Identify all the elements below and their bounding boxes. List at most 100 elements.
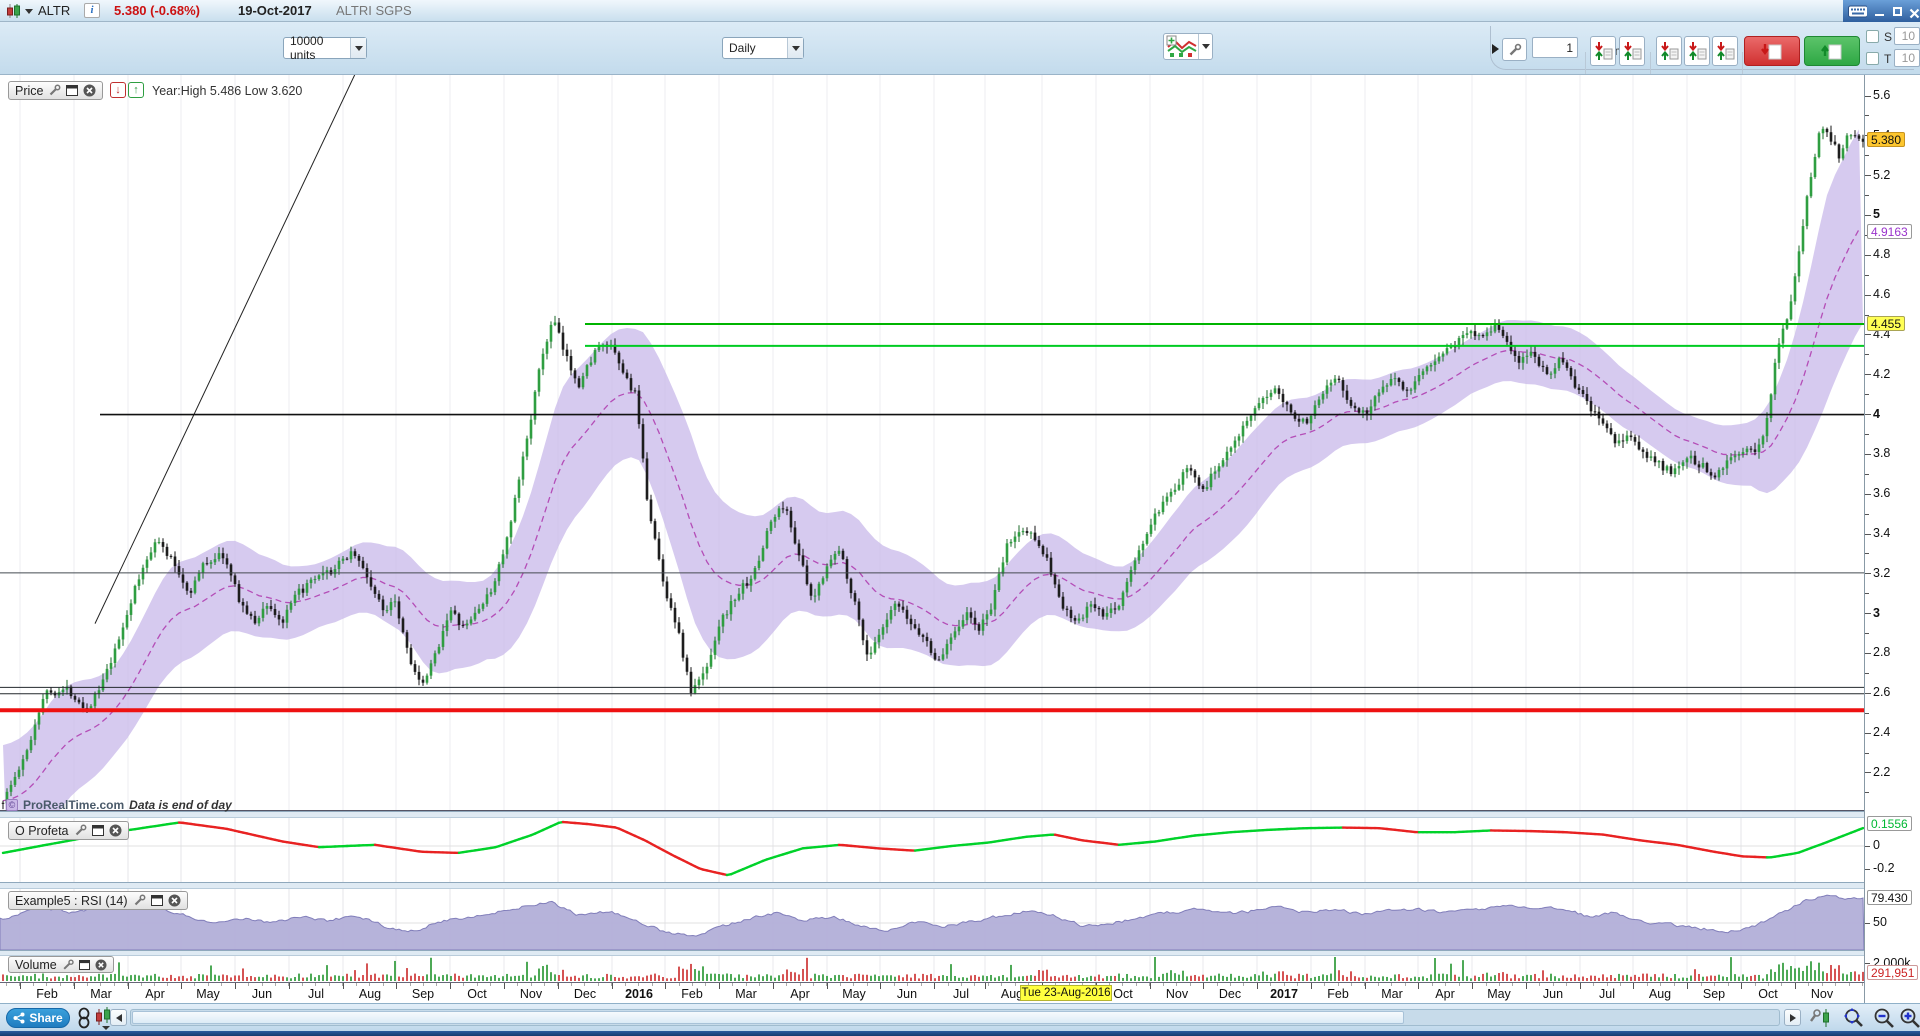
sell-market-button[interactable]: [1744, 36, 1800, 66]
x-month-tick: [612, 983, 613, 989]
x-minor-tick: [329, 983, 330, 986]
x-minor-tick: [436, 983, 437, 986]
price-minor-tick: [1865, 593, 1869, 594]
qty-input[interactable]: [1532, 37, 1578, 58]
limit-buy-order-button[interactable]: [1619, 36, 1645, 66]
rsi-panel-header[interactable]: Example5 : RSI (14): [8, 891, 188, 910]
wrench-icon[interactable]: [133, 894, 146, 907]
close-button[interactable]: [1909, 6, 1920, 17]
watermark-site: ProRealTime.com: [23, 798, 124, 812]
x-month-tick: [1257, 983, 1258, 989]
chart-scrollbar[interactable]: [130, 1009, 1780, 1026]
chart-settings-icon[interactable]: [1808, 1007, 1834, 1031]
scrollbar-thumb[interactable]: [132, 1011, 1404, 1024]
price-minor-tick: [1865, 713, 1869, 714]
volume-panel-header[interactable]: Volume: [8, 956, 114, 973]
window-icon[interactable]: [151, 895, 163, 906]
close-icon[interactable]: [109, 824, 122, 837]
wrench-icon[interactable]: [62, 959, 74, 971]
price-chart-canvas[interactable]: [0, 75, 1864, 811]
x-axis-month-label: Feb: [1327, 987, 1349, 1001]
x-month-tick: [1795, 983, 1796, 989]
zoom-out-icon[interactable]: [1872, 1007, 1896, 1033]
x-month-tick: [985, 983, 986, 989]
x-minor-tick: [679, 983, 680, 986]
price-tick-label: 5.6: [1873, 88, 1890, 102]
x-axis-month-label: Aug: [1649, 987, 1671, 1001]
share-button[interactable]: Share: [6, 1008, 70, 1028]
x-minor-tick: [1674, 983, 1675, 986]
profeta-panel-header[interactable]: O Profeta: [8, 821, 129, 840]
x-minor-tick: [1768, 983, 1769, 986]
x-minor-tick: [1243, 983, 1244, 986]
x-minor-tick: [60, 983, 61, 986]
panel-separator[interactable]: [0, 811, 1920, 818]
x-month-tick: [74, 983, 75, 989]
maximize-button[interactable]: [1892, 6, 1902, 17]
trend-line: [95, 75, 356, 624]
rsi-chart-canvas[interactable]: [0, 889, 1864, 950]
toolbar: 10000 units Daily Qty Limit: [0, 22, 1920, 74]
price-panel-header[interactable]: Price: [8, 81, 103, 100]
zoom-in-icon[interactable]: [1898, 1007, 1920, 1033]
x-axis-month-label: Nov: [520, 987, 542, 1001]
x-minor-tick: [705, 983, 706, 986]
year-high-low-stats: Year:High 5.486 Low 3.620: [152, 84, 302, 98]
instrument-dropdown-caret[interactable]: [25, 9, 33, 14]
stop-buy-order-button[interactable]: [1684, 36, 1710, 66]
x-minor-tick: [1015, 983, 1016, 986]
candles: [2, 126, 1864, 810]
x-month-tick: [1203, 983, 1204, 989]
trade-panel-collapse-arrow[interactable]: [1492, 44, 1499, 54]
profeta-chart-canvas[interactable]: [0, 818, 1864, 882]
x-axis-month-label: May: [1487, 987, 1511, 1001]
close-icon[interactable]: [83, 84, 96, 97]
t-input[interactable]: [1894, 49, 1920, 67]
x-minor-tick: [1755, 983, 1756, 986]
timeframe-select[interactable]: Daily: [722, 37, 804, 59]
stop-checkbox[interactable]: [1866, 30, 1879, 43]
window-icon[interactable]: [66, 85, 78, 96]
units-select[interactable]: 10000 units: [283, 37, 367, 59]
link-chart-icon[interactable]: [76, 1007, 92, 1029]
s-input[interactable]: [1894, 27, 1920, 45]
minimize-button[interactable]: [1874, 6, 1884, 17]
x-minor-tick: [867, 983, 868, 986]
volume-chart-canvas[interactable]: [0, 956, 1864, 982]
s-label: S: [1884, 30, 1892, 44]
x-minor-tick: [1163, 983, 1164, 986]
x-minor-tick: [1176, 983, 1177, 986]
x-minor-tick: [1486, 983, 1487, 986]
stop-trailing-order-button[interactable]: [1712, 36, 1738, 66]
window-icon[interactable]: [92, 825, 104, 836]
limit-sell-order-button[interactable]: [1590, 36, 1616, 66]
x-month-tick: [1580, 983, 1581, 989]
sell-arrow-icon[interactable]: ↓: [110, 82, 126, 98]
x-month-tick: [1150, 983, 1151, 989]
keyboard-icon[interactable]: [1848, 5, 1867, 18]
trade-settings-button[interactable]: [1502, 38, 1527, 61]
zoom-select-icon[interactable]: [1840, 1007, 1866, 1033]
x-minor-tick: [1190, 983, 1191, 986]
buy-market-button[interactable]: [1804, 36, 1860, 66]
scroll-right-button[interactable]: [1784, 1009, 1801, 1026]
panel-separator[interactable]: [0, 882, 1920, 889]
highlighted-date-badge[interactable]: Tue 23-Aug-2016: [1020, 985, 1112, 1001]
x-minor-tick: [315, 983, 316, 986]
window-icon[interactable]: [79, 960, 90, 970]
chart-style-button[interactable]: [1163, 33, 1213, 60]
x-axis-month-label: Apr: [790, 987, 809, 1001]
buy-order-icon: [1821, 41, 1843, 61]
info-button[interactable]: i: [84, 3, 100, 18]
wrench-icon[interactable]: [74, 824, 87, 837]
target-checkbox[interactable]: [1866, 52, 1879, 65]
x-minor-tick: [87, 983, 88, 986]
wrench-icon[interactable]: [48, 84, 61, 97]
close-icon[interactable]: [168, 894, 181, 907]
price-tick-label: 4.2: [1873, 367, 1890, 381]
close-icon[interactable]: [95, 959, 107, 971]
stop-sell-order-button[interactable]: [1656, 36, 1682, 66]
buy-arrow-icon[interactable]: ↑: [128, 82, 144, 98]
x-minor-tick: [625, 983, 626, 986]
scroll-left-button[interactable]: [110, 1009, 127, 1026]
